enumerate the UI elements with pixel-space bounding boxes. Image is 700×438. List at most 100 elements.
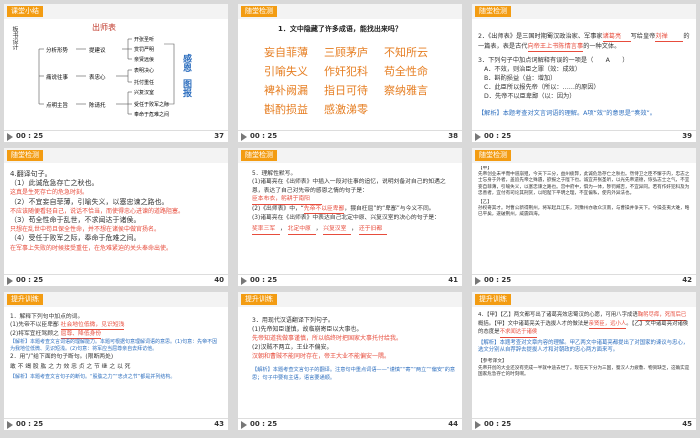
slide-thumbnail-45[interactable]: 提升训练 4．【甲】【乙】两文都写出了诸葛亮效忠蜀汉的心愿，可用八字成语鞠躬尽瘁… <box>472 292 696 430</box>
idiom-text: 斟酌损益 <box>264 103 308 116</box>
slide-thumbnail-40[interactable]: 随堂检测 4.翻译句子。 （1）此诚危急存亡之秋也。 这真是生死存亡的危急时刻。… <box>4 148 228 286</box>
page-number: 40 <box>214 276 224 284</box>
node-label: 托付重任 <box>134 80 155 86</box>
question-text: 5．理解性默写。 <box>252 171 297 177</box>
page-number: 39 <box>682 132 692 140</box>
slide-footer: 00 : 25 43 <box>4 418 228 430</box>
answer-text: 先帝不以臣卑鄙 <box>303 205 345 215</box>
slide-thumbnail-39[interactable]: 随堂检测 2．《出师表》是三国时期蜀汉政治家、军事家诸葛亮 写给皇帝刘禅 的一篇表，… <box>472 4 696 142</box>
section-tag: 随堂检测 <box>241 150 277 161</box>
slide-footer: 00 : 25 42 <box>472 274 696 286</box>
slide-header: 随堂检测 <box>472 148 696 163</box>
idiom-text: 察纳雅言 <box>384 84 428 97</box>
slide-header: 随堂检测 <box>238 148 462 163</box>
node-label: 点明主旨 <box>46 103 69 109</box>
section-tag: 随堂检测 <box>7 150 43 161</box>
idiom-text: 指日可待 <box>324 84 368 97</box>
answer-text: 还于旧都 <box>358 225 387 235</box>
answer-text: 向帝王上书陈情言事 <box>527 43 584 52</box>
question-text: 4．【甲】【乙】两文都写出了诸葛亮效忠蜀汉的心愿，可用八字成语 <box>478 312 638 318</box>
section-tag: 提升训练 <box>475 294 511 305</box>
passage-text: 先帝创业未半而中道崩殂，今天下三分，益州疲弊，此诚危急存亡之秋也。然侍卫之臣不懈… <box>478 172 690 196</box>
sentence-text: (1)先帝知臣谨慎，故临崩寄臣以大事也。 <box>252 326 363 333</box>
play-icon[interactable] <box>7 421 13 429</box>
play-icon[interactable] <box>475 133 481 141</box>
node-label: 陈请托 <box>89 103 106 109</box>
answer-text: 诸葛亮 <box>602 32 631 42</box>
option-a: A．不效，则治臣之罪（效：成效） <box>484 66 582 73</box>
slide-footer: 00 : 25 38 <box>238 130 462 142</box>
reference-heading: 【参考译文】 <box>478 358 507 364</box>
question-text: 3．用现代汉语翻译下列句子。 <box>252 317 334 324</box>
idiom-text: 苟全性命 <box>384 65 428 78</box>
idiom-text: 作奸犯科 <box>324 65 368 78</box>
timestamp: 00 : 25 <box>484 132 512 140</box>
slide-footer: 00 : 25 40 <box>4 274 228 286</box>
node-label: 奉命于危难之间 <box>134 112 170 118</box>
answer-text: 北定中原 <box>287 225 316 235</box>
slide-body: 4．【甲】【乙】两文都写出了诸葛亮效忠蜀汉的心愿，可用八字成语鞠躬尽瘁，死而后已… <box>478 310 690 416</box>
page-number: 45 <box>682 420 692 428</box>
slide-thumbnail-41[interactable]: 随堂检测 5．理解性默写。 (1)诸葛亮在《出师表》中插入一段对往事的追忆，说明… <box>238 148 462 286</box>
sentence-text: （3）苟全性命于乱世，不求闻达于诸侯。 <box>10 216 141 225</box>
option-b: B．斟酌损益（益：增加） <box>484 75 557 82</box>
option-c: C．此臣所以报先帝（所以：……的原因） <box>484 84 600 91</box>
sentence-text: (1)先帝不以臣卑鄙 <box>10 322 59 328</box>
page-number: 38 <box>448 132 458 140</box>
timestamp: 00 : 25 <box>250 276 278 284</box>
question-text: 2．用“/”给下面的句子断句。(限断两处) <box>10 354 114 360</box>
slide-body: 1．解释下列句中加点的词。 (1)先帝不以臣卑鄙 社会地位低微，见识短浅 (2)… <box>10 310 222 416</box>
answer-text: 臣本布衣，躬耕于南阳 <box>252 195 322 205</box>
analysis-text: 【解析】本题考查文言句子的翻译。注意句中重点词语——“谨慎”“寄”“两立”“偏安… <box>252 367 456 381</box>
timestamp: 00 : 25 <box>250 132 278 140</box>
node-label: 兴复汉室 <box>134 90 155 96</box>
sentence-text: （4）受任于败军之际，奉命于危难之间。 <box>10 234 141 243</box>
answer-text: 不应该随便看轻自己，说话不恰当，而使得忠心进谏的道路阻塞。 <box>10 207 185 215</box>
play-icon[interactable] <box>241 421 247 429</box>
prompt-text: ，猥自枉屈”的“卑鄙”与今义不同。 <box>344 205 435 212</box>
slide-thumbnail-37[interactable]: 课堂小结 板书设计 出师表 分析形势 提建议 痛说往事 表忠心 点明主旨 陈请托… <box>4 4 228 142</box>
node-label: 提建议 <box>89 48 106 54</box>
node-label: 表明决心 <box>134 68 155 74</box>
slide-thumbnail-44[interactable]: 提升训练 3．用现代汉语翻译下列句子。 (1)先帝知臣谨慎，故临崩寄臣以大事也。… <box>238 292 462 430</box>
analysis-text: 【解析】本题考查对文言词语的理解。A项“效”的意思是“奏效”。 <box>478 110 656 117</box>
analysis-text: 【解析】本题考查对文章内容的理解。甲乙两文中诸葛亮都提出了对国家的谏议与忠心，选… <box>478 339 689 354</box>
slide-thumbnail-38[interactable]: 随堂检测 1．文中隐藏了许多成语，能找出来吗？ 妄自菲薄 三顾茅庐 不知所云 引… <box>238 4 462 142</box>
answer-text: 这真是生死存亡的危急时刻。 <box>10 189 89 197</box>
page-number: 42 <box>682 276 692 284</box>
node-label: 受任于败军之际 <box>134 102 170 108</box>
slide-header: 提升训练 <box>238 292 462 307</box>
answer-text: 社会地位低微，见识短浅 <box>60 322 125 330</box>
play-icon[interactable] <box>241 133 247 141</box>
play-icon[interactable] <box>7 277 13 285</box>
reference-text: 先帝开创的大业还没有完成一半就中途去世了。现在天下分为三国，蜀汉人力疲惫、物资缺… <box>478 365 690 377</box>
page-number: 41 <box>448 276 458 284</box>
play-icon[interactable] <box>475 421 481 429</box>
slide-header: 随堂检测 <box>472 4 696 19</box>
question-text: 写给皇帝 <box>630 33 656 40</box>
slide-thumbnail-42[interactable]: 随堂检测 【甲】 先帝创业未半而中道崩殂，今天下三分，益州疲弊，此诚危急存亡之秋… <box>472 148 696 286</box>
answer-text: 刘禅 <box>655 32 684 42</box>
node-label: 痛说往事 <box>46 75 69 81</box>
slide-body: 5．理解性默写。 (1)诸葛亮在《出师表》中插入一段对往事的追忆，说明刘备对自己… <box>252 166 456 272</box>
slide-sorter-grid: 课堂小结 板书设计 出师表 分析形势 提建议 痛说往事 表忠心 点明主旨 陈请托… <box>0 0 700 438</box>
question-text: 概括。【甲】文中诸葛亮关于选拔人才的做法是 <box>478 320 589 327</box>
sentence-text: （2）不宜妄自菲薄，引喻失义，以塞忠谏之路也。 <box>10 197 169 206</box>
section-tag: 提升训练 <box>7 294 43 305</box>
prompt-text: (1)诸葛亮在《出师表》中插入一段对往事的追忆，说明刘备对自己的知遇之恩，表达了… <box>252 179 446 194</box>
idiom-text: 裨补阙漏 <box>264 84 308 97</box>
prompt-text: (2)《出师表》中，“ <box>252 205 304 212</box>
section-tag: 随堂检测 <box>475 6 511 17</box>
question-text: 2．《出师表》是三国时期蜀汉政治家、军事家 <box>478 33 603 40</box>
node-label: 分析形势 <box>46 48 69 54</box>
play-icon[interactable] <box>241 277 247 285</box>
question-text: 的一种文体。 <box>583 43 621 50</box>
timestamp: 00 : 25 <box>16 420 44 428</box>
node-label: 亲贤远佞 <box>134 57 155 63</box>
slide-footer: 00 : 25 45 <box>472 418 696 430</box>
passage-text: 孙权奇其才。时曹公新得荆州，将军起兵江东，刘豫州亦收众汉南，与曹操并争天下。今操… <box>478 206 690 218</box>
play-icon[interactable] <box>7 133 13 141</box>
play-icon[interactable] <box>475 277 481 285</box>
slide-thumbnail-43[interactable]: 提升训练 1．解释下列句中加点的词。 (1)先帝不以臣卑鄙 社会地位低微，见识短… <box>4 292 228 430</box>
timestamp: 00 : 25 <box>250 420 278 428</box>
